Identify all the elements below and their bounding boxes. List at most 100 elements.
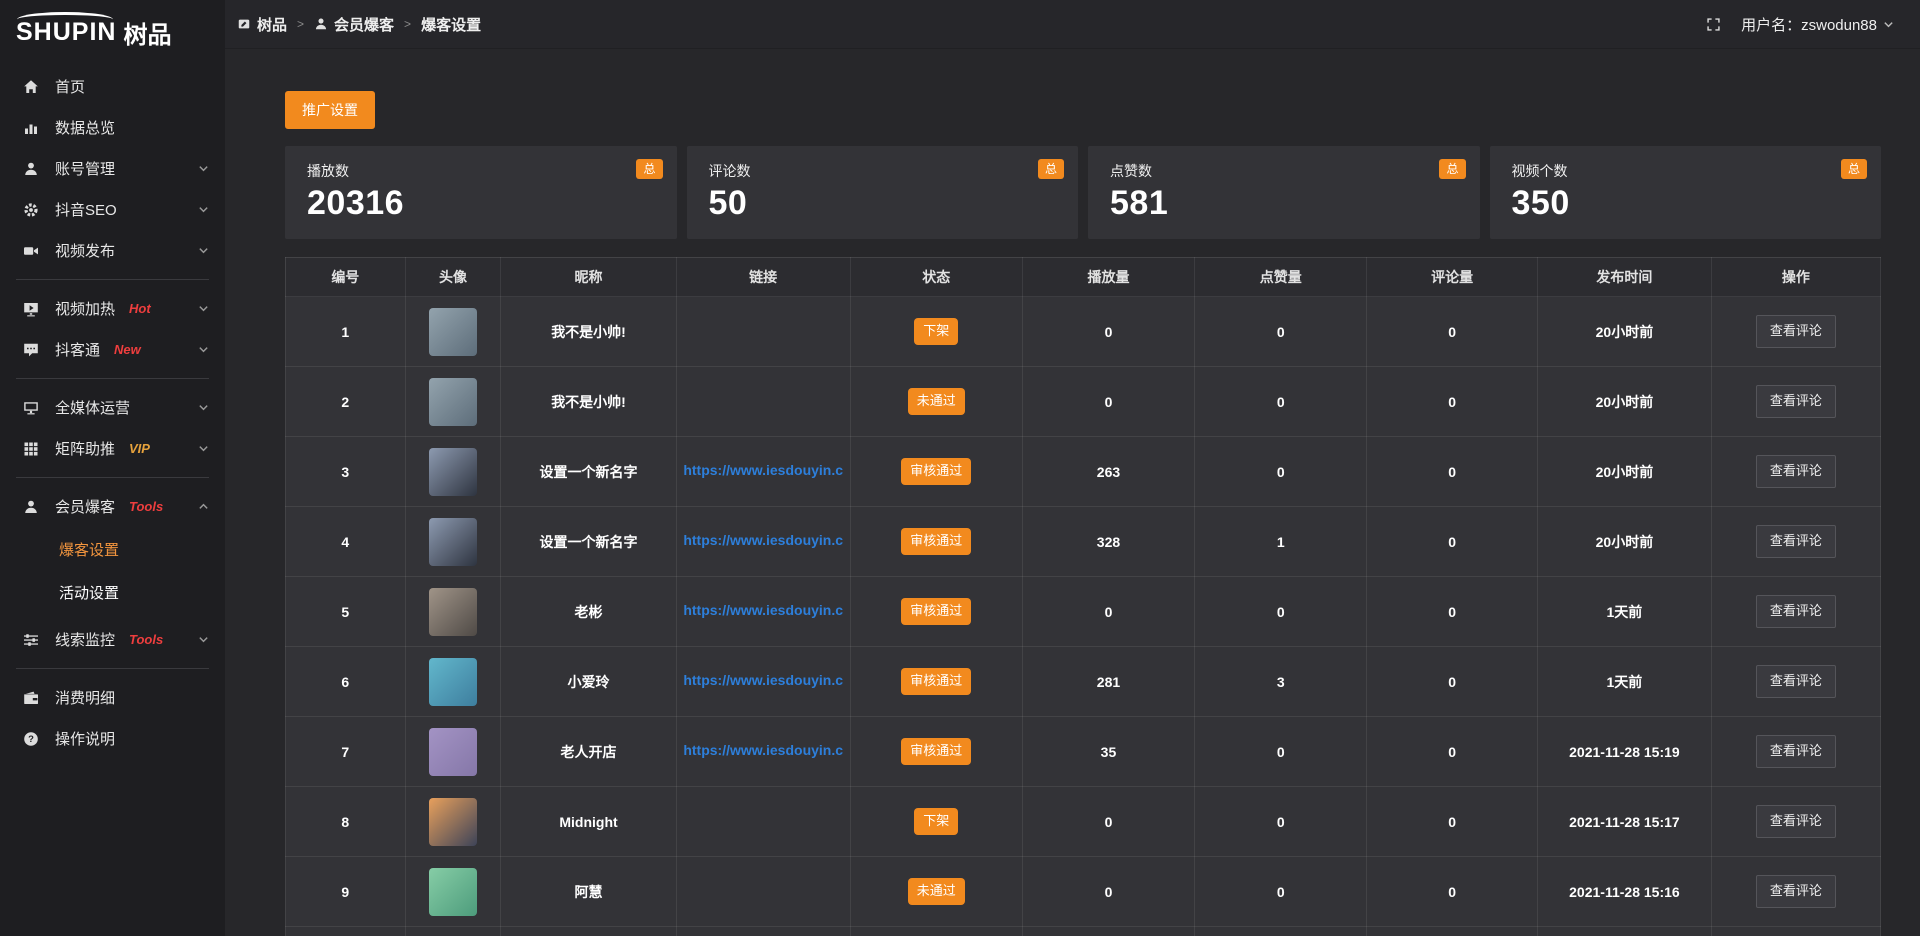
fullscreen-icon[interactable]: [1706, 17, 1721, 32]
cell-action: 查看评论: [1711, 577, 1880, 647]
sidebar-item-operation-guide[interactable]: ?操作说明: [0, 718, 225, 759]
cell-nickname: [501, 927, 676, 936]
cell-comments: 0: [1367, 507, 1538, 577]
cell-id: 4: [286, 507, 406, 577]
cell-nickname: 阿慧: [501, 857, 676, 927]
table-row: 6小爱玲https://www.iesdouyin.c审核通过281301天前查…: [286, 647, 1881, 717]
sidebar-item-home[interactable]: 首页: [0, 66, 225, 107]
chat-icon: [22, 341, 40, 359]
main-area: 树品 > 会员爆客 > 爆客设置 用户名：z: [225, 0, 1920, 936]
cell-plays: 281: [1022, 647, 1194, 717]
status-badge: 审核通过: [901, 738, 971, 764]
avatar: [429, 798, 477, 846]
stat-label: 评论数: [709, 161, 1057, 181]
cell-avatar: [405, 857, 501, 927]
view-comments-button[interactable]: 查看评论: [1756, 875, 1836, 907]
sidebar-item-matrix-boost[interactable]: 矩阵助推VIP: [0, 428, 225, 469]
sidebar-divider: [16, 378, 209, 379]
avatar: [429, 378, 477, 426]
stat-total-badge: 总: [1439, 159, 1465, 179]
video-link[interactable]: https://www.iesdouyin.c: [683, 602, 843, 618]
view-comments-button[interactable]: 查看评论: [1756, 805, 1836, 837]
view-comments-button[interactable]: 查看评论: [1756, 665, 1836, 697]
sidebar: SHUPIN 树品 首页数据总览账号管理抖音SEO 视频发布视频加热Hot抖客通N…: [0, 0, 225, 936]
videos-table: 编号头像昵称链接状态播放量点赞量评论量发布时间操作 1我不是小帅!下架00020…: [285, 257, 1881, 936]
cell-comments: 0: [1367, 297, 1538, 367]
cell-comments: 0: [1367, 787, 1538, 857]
view-comments-button[interactable]: 查看评论: [1756, 525, 1836, 557]
promo-settings-button[interactable]: 推广设置: [285, 91, 375, 129]
app-logo: SHUPIN 树品: [0, 0, 225, 58]
sidebar-item-data-overview[interactable]: 数据总览: [0, 107, 225, 148]
sidebar-item-label: 账号管理: [55, 158, 115, 179]
avatar: [429, 448, 477, 496]
sidebar-item-label: 矩阵助推: [55, 438, 115, 459]
sidebar-item-video-publish[interactable]: 视频发布: [0, 230, 225, 271]
cell-publish-time: 20小时前: [1538, 367, 1712, 437]
svg-text:?: ?: [28, 734, 34, 745]
table-row: 8Midnight下架0002021-11-28 15:17查看评论: [286, 787, 1881, 857]
chevron-down-icon: [198, 344, 209, 355]
sidebar-subitem[interactable]: 活动设置: [0, 572, 225, 615]
sidebar-item-douketong[interactable]: 抖客通New: [0, 329, 225, 370]
cell-avatar: [405, 507, 501, 577]
stat-card: 评论数总50: [687, 146, 1079, 239]
chevron-down-icon: [198, 204, 209, 215]
cell-id: 1: [286, 297, 406, 367]
stat-total-badge: 总: [1038, 159, 1064, 179]
cell-status: 下架: [850, 297, 1022, 367]
content: 推广设置 播放数总20316评论数总50点赞数总581视频个数总350 编号头像…: [225, 49, 1920, 936]
sidebar-divider: [16, 477, 209, 478]
cell-likes: 0: [1195, 857, 1367, 927]
sidebar-item-clue-monitor[interactable]: 线索监控Tools: [0, 619, 225, 660]
table-head: 编号头像昵称链接状态播放量点赞量评论量发布时间操作: [286, 258, 1881, 297]
sidebar-subitem[interactable]: 爆客设置: [0, 529, 225, 572]
cell-plays: 328: [1022, 507, 1194, 577]
cell-link: https://www.iesdouyin.c: [676, 717, 850, 787]
view-comments-button[interactable]: 查看评论: [1756, 455, 1836, 487]
cell-avatar: [405, 367, 501, 437]
breadcrumb-item-app[interactable]: 树品: [237, 14, 287, 35]
sidebar-item-account-manage[interactable]: 账号管理: [0, 148, 225, 189]
view-comments-button[interactable]: 查看评论: [1756, 735, 1836, 767]
cell-comments: [1367, 927, 1538, 936]
sidebar-item-media-operation[interactable]: 全媒体运营: [0, 387, 225, 428]
breadcrumb-separator: >: [297, 17, 304, 31]
sidebar-item-douyin-seo[interactable]: 抖音SEO: [0, 189, 225, 230]
stat-total-badge: 总: [636, 159, 662, 179]
view-comments-button[interactable]: 查看评论: [1756, 595, 1836, 627]
table-body: 1我不是小帅!下架00020小时前查看评论2我不是小帅!未通过00020小时前查…: [286, 297, 1881, 936]
cell-comments: 0: [1367, 577, 1538, 647]
view-comments-button[interactable]: 查看评论: [1756, 315, 1836, 347]
table-row: 1我不是小帅!下架00020小时前查看评论: [286, 297, 1881, 367]
video-link[interactable]: https://www.iesdouyin.c: [683, 462, 843, 478]
sidebar-item-label: 抖音SEO: [55, 199, 117, 220]
sidebar-item-consume-detail[interactable]: 消费明细: [0, 677, 225, 718]
cell-action: [1711, 927, 1880, 936]
video-link[interactable]: https://www.iesdouyin.c: [683, 532, 843, 548]
topbar-right: 用户名：zswodun88: [1706, 14, 1894, 35]
cell-avatar: [405, 927, 501, 936]
cell-likes: 3: [1195, 647, 1367, 717]
breadcrumb-item-member[interactable]: 会员爆客: [314, 14, 394, 35]
cell-id: [286, 927, 406, 936]
view-comments-button[interactable]: 查看评论: [1756, 385, 1836, 417]
sidebar-item-video-heat[interactable]: 视频加热Hot: [0, 288, 225, 329]
cell-action: 查看评论: [1711, 367, 1880, 437]
user-icon: [22, 498, 40, 516]
cell-status: 审核通过: [850, 507, 1022, 577]
cell-avatar: [405, 297, 501, 367]
cell-avatar: [405, 717, 501, 787]
video-link[interactable]: https://www.iesdouyin.c: [683, 742, 843, 758]
user-menu[interactable]: 用户名：zswodun88: [1741, 14, 1894, 35]
stat-value: 581: [1110, 184, 1458, 223]
sidebar-item-label: 首页: [55, 76, 85, 97]
stat-total-badge: 总: [1841, 159, 1867, 179]
sidebar-item-member-baoke[interactable]: 会员爆客Tools: [0, 486, 225, 527]
status-badge: 审核通过: [901, 458, 971, 484]
sliders-icon: [22, 631, 40, 649]
cell-avatar: [405, 647, 501, 717]
chart-icon: [22, 119, 40, 137]
video-link[interactable]: https://www.iesdouyin.c: [683, 672, 843, 688]
cell-action: 查看评论: [1711, 507, 1880, 577]
